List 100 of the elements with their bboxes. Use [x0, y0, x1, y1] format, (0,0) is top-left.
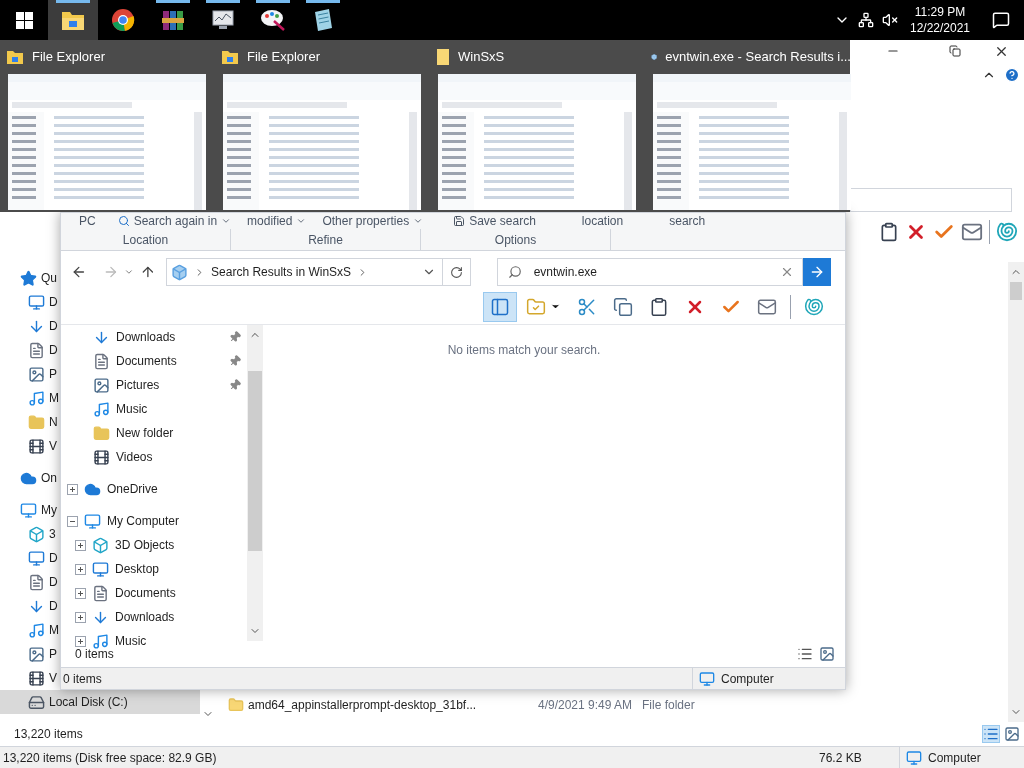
notifications-icon[interactable] [992, 11, 1010, 29]
notepad-icon [312, 8, 334, 32]
search-go-button[interactable] [803, 258, 831, 286]
nav-item[interactable]: P [0, 642, 57, 666]
expand-toggle-icon[interactable] [75, 635, 86, 647]
address-bar[interactable]: Search Results in WinSxS [166, 258, 471, 286]
nav-item[interactable]: D [0, 546, 58, 570]
nav-item[interactable]: Pictures [61, 373, 247, 397]
expand-toggle-icon[interactable] [75, 539, 86, 551]
taskbar-app-button[interactable] [48, 0, 98, 40]
expand-toggle-icon[interactable] [75, 611, 86, 623]
browser-icon [111, 8, 135, 32]
search-icon [117, 215, 130, 227]
ribbon-menu-button[interactable]: Other properties [322, 212, 424, 230]
nav-item[interactable]: V [0, 666, 57, 690]
nav-item[interactable]: D [0, 314, 58, 338]
nav-item[interactable]: D [0, 594, 58, 618]
large-icons-view-icon[interactable] [1004, 726, 1020, 742]
window-thumbnail[interactable] [438, 74, 636, 210]
nav-item[interactable]: D [0, 290, 58, 314]
search-icon [507, 265, 522, 279]
shell-icon[interactable] [996, 221, 1018, 243]
nav-item[interactable]: OneDrive [61, 477, 247, 501]
nav-item[interactable]: M [0, 618, 59, 642]
search-field[interactable]: evntwin.exe [496, 258, 804, 286]
ribbon-menu-button[interactable]: modified [247, 212, 307, 230]
music-note-icon [28, 621, 45, 639]
desktop-icon [28, 293, 45, 311]
thumbnail-title[interactable]: File Explorer [6, 40, 206, 74]
picture-icon [28, 645, 45, 663]
nav-item[interactable]: Downloads [61, 325, 247, 349]
help-icon[interactable] [1004, 67, 1020, 83]
details-view-icon[interactable] [797, 646, 813, 662]
nav-item[interactable]: My Computer [61, 509, 247, 533]
windows-logo-icon [15, 11, 33, 29]
clock[interactable]: 11:29 PM 12/22/2021 [902, 4, 978, 36]
ribbon-menu-button[interactable]: Search again in [117, 212, 232, 230]
music-note-icon [92, 632, 109, 650]
search-field[interactable] [850, 188, 1012, 212]
toolbar-button[interactable] [483, 291, 517, 322]
nav-item[interactable]: New folder [61, 421, 247, 445]
folder-icon [28, 413, 45, 431]
caret-icon [413, 216, 424, 226]
clipboard-icon[interactable] [879, 222, 899, 242]
thumbnail-title[interactable]: File Explorer [221, 40, 421, 74]
computer-icon [20, 501, 37, 519]
music-note-icon [93, 400, 110, 418]
ribbon-group-label: Refine [231, 229, 421, 250]
window-thumbnail[interactable] [223, 74, 421, 210]
nav-item[interactable]: On [0, 466, 57, 490]
nav-item[interactable]: My [0, 498, 57, 522]
nav-item[interactable]: 3 [0, 522, 56, 546]
collapse-toggle-icon[interactable] [67, 515, 78, 527]
thumbnail-title[interactable]: WinSxS [436, 40, 636, 74]
window-thumbnail[interactable] [8, 74, 206, 210]
nav-item[interactable]: Desktop [61, 557, 247, 581]
breadcrumb[interactable]: Search Results in WinSxS [211, 263, 352, 281]
shell-icon [804, 296, 824, 317]
nav-item[interactable]: V [0, 434, 57, 458]
star-icon [20, 269, 37, 287]
volume-muted-icon[interactable] [882, 12, 898, 28]
envelope-icon[interactable] [961, 221, 983, 243]
chart-monitor-icon [211, 8, 235, 32]
file-row[interactable]: amd64_appinstallerprompt-desktop_31bf... 4/9/2021 9:49 AM File folder [216, 694, 1008, 716]
expand-toggle-icon[interactable] [67, 483, 78, 495]
folder-icon [228, 697, 244, 713]
nav-item[interactable]: 3D Objects [61, 533, 247, 557]
nav-item[interactable]: N [0, 410, 58, 434]
scrollbar[interactable] [247, 325, 263, 641]
nav-item[interactable]: Music [61, 397, 247, 421]
back-icon[interactable] [71, 264, 87, 280]
nav-item[interactable]: D [0, 570, 58, 594]
archive-books-icon [161, 8, 185, 32]
thumbnail-title[interactable]: evntwin.exe - Search Results i... [651, 40, 851, 74]
nav-item[interactable]: D [0, 338, 58, 362]
nav-item[interactable]: Videos [61, 445, 247, 469]
nav-item[interactable]: Downloads [61, 605, 247, 629]
scroll-thumb[interactable] [1010, 282, 1022, 300]
scroll-thumb[interactable] [248, 371, 262, 551]
nav-item[interactable]: Qu [0, 266, 57, 290]
nav-item[interactable]: M [0, 386, 59, 410]
network-icon[interactable] [858, 12, 874, 28]
nav-item[interactable]: Local Disk (C:) [0, 690, 200, 714]
scrollbar[interactable] [1008, 262, 1024, 722]
nav-item[interactable]: P [0, 362, 57, 386]
clipboard-icon [649, 296, 669, 317]
ribbon-button[interactable]: Save search [453, 212, 536, 230]
nav-item[interactable]: Documents [61, 581, 247, 605]
refresh-icon[interactable] [449, 265, 463, 279]
window-thumbnail[interactable] [653, 74, 851, 210]
large-icons-view-icon[interactable] [819, 646, 835, 662]
expand-toggle-icon[interactable] [75, 587, 86, 599]
document-icon [93, 352, 110, 370]
expand-toggle-icon[interactable] [75, 563, 86, 575]
cube-icon [92, 536, 109, 554]
ribbon-label: search [669, 213, 706, 230]
details-view-icon[interactable] [982, 725, 1000, 743]
status-summary: 13,220 items (Disk free space: 82.9 GB) [2, 749, 217, 767]
ribbon-label: PC [79, 213, 96, 230]
nav-item[interactable]: Documents [61, 349, 247, 373]
